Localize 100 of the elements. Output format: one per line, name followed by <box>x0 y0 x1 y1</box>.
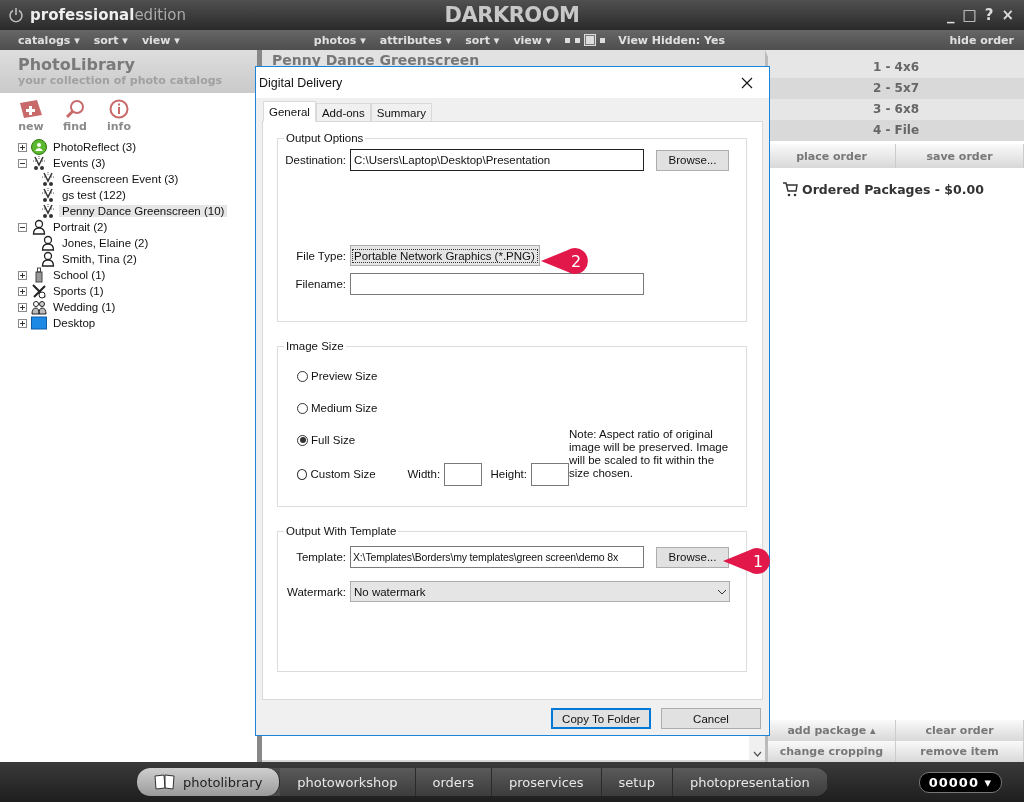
thumbnail-size-icon[interactable] <box>575 37 581 43</box>
app-edition: professionaledition <box>30 6 187 24</box>
order-button[interactable]: change cropping <box>768 741 896 762</box>
package-item[interactable]: 3 - 6x8 <box>768 99 1024 120</box>
watermark-dropdown[interactable]: No watermark <box>350 581 730 602</box>
tree-item[interactable]: Desktop <box>50 317 99 329</box>
scroll-down-icon[interactable] <box>752 751 762 757</box>
thumbnail-size-icon[interactable] <box>600 37 606 43</box>
dialog-button[interactable]: Copy To Folder <box>551 708 651 729</box>
expand-icon[interactable] <box>18 142 27 152</box>
package-item[interactable]: 2 - 5x7 <box>768 78 1024 99</box>
tree-item[interactable]: Events (3) <box>50 157 109 169</box>
power-icon[interactable] <box>8 7 24 23</box>
menu-item[interactable]: view ▾ <box>141 33 180 47</box>
menu-item[interactable]: catalogs ▾ <box>18 33 80 47</box>
dialog-tab[interactable]: Summary <box>370 103 432 121</box>
photoreflect-icon <box>31 139 47 155</box>
field-label: Filename: <box>294 278 347 290</box>
radio-label[interactable]: Custom Size <box>310 468 376 480</box>
window-control[interactable]: _ <box>945 6 957 24</box>
module-tab[interactable]: proservices <box>491 768 602 796</box>
counter-display[interactable]: 00000 ▾ <box>918 771 1002 793</box>
expand-icon[interactable] <box>18 270 27 280</box>
module-tab[interactable]: setup <box>601 768 673 796</box>
tree-item[interactable]: PhotoReflect (3) <box>50 141 140 153</box>
browse-button[interactable]: Browse... <box>656 149 729 171</box>
radio-button[interactable] <box>297 370 308 382</box>
order-button[interactable]: add package ▴ <box>768 720 896 741</box>
catalog-add-icon <box>19 99 43 119</box>
template-field[interactable]: X:\Templates\Borders\my templates\green screen\demo 8x <box>350 546 644 568</box>
module-tab[interactable]: photolibrary <box>137 768 281 796</box>
collapse-icon[interactable] <box>18 222 27 232</box>
radio-label[interactable]: Medium Size <box>311 402 378 414</box>
menu-item[interactable]: sort ▾ <box>93 33 128 47</box>
menu-item[interactable]: view ▾ <box>513 33 552 47</box>
order-button[interactable]: clear order <box>896 720 1024 741</box>
aspect-ratio-note: Note: Aspect ratio of original image will be preserved. Image will be scaled to fit within the size chosen. <box>569 428 730 480</box>
tree-item[interactable]: Penny Dance Greenscreen (10) <box>59 205 228 217</box>
app-logo: DARKROOM <box>444 3 580 27</box>
tree-item[interactable]: gs test (122) <box>59 189 129 201</box>
person-icon <box>40 251 56 267</box>
tree-item[interactable]: Portrait (2) <box>50 221 111 233</box>
person-icon <box>31 219 47 235</box>
hide-order-link[interactable]: hide order <box>949 33 1014 47</box>
radio-button[interactable] <box>297 402 308 414</box>
window-control[interactable]: ? <box>982 6 996 24</box>
filename-field[interactable] <box>350 273 644 295</box>
module-tab[interactable]: photopresentation <box>672 768 828 796</box>
browse-button[interactable]: Browse... <box>656 546 729 568</box>
height-field[interactable] <box>531 462 569 486</box>
tree-item[interactable]: Jones, Elaine (2) <box>59 237 152 249</box>
thumbnail-size-icon[interactable] <box>565 37 571 43</box>
close-icon[interactable] <box>741 76 753 89</box>
party-icon <box>31 155 47 171</box>
radio-label[interactable]: Preview Size <box>311 370 378 382</box>
tree-item[interactable]: Greenscreen Event (3) <box>59 173 182 185</box>
group-legend: Output Options <box>284 132 366 144</box>
dialog-tab[interactable]: General <box>263 101 316 122</box>
menu-item[interactable]: photos ▾ <box>313 33 366 47</box>
field-label: Destination: <box>284 154 347 166</box>
thumbnail-size-icon[interactable] <box>585 35 596 45</box>
party-icon <box>40 171 56 187</box>
expand-icon[interactable] <box>18 286 27 296</box>
expand-icon[interactable] <box>18 302 27 312</box>
cart-icon <box>782 182 798 197</box>
collapse-icon[interactable] <box>18 158 27 168</box>
window-control[interactable]: × <box>999 6 1016 24</box>
expand-icon[interactable] <box>18 318 27 328</box>
file-type-dropdown[interactable]: Portable Network Graphics (*.PNG) <box>350 245 540 266</box>
party-icon <box>40 203 56 219</box>
module-tab[interactable]: photoworkshop <box>280 768 416 796</box>
dialog-tab[interactable]: Add-ons <box>315 103 371 121</box>
radio-label[interactable]: Full Size <box>311 434 356 446</box>
field-label: Height: <box>490 468 527 480</box>
destination-field[interactable]: C:\Users\Laptop\Desktop\Presentation <box>350 149 644 171</box>
window-control[interactable]: □ <box>960 6 979 24</box>
tree-item[interactable]: School (1) <box>50 269 109 281</box>
chevron-down-icon <box>717 588 727 595</box>
ordered-packages-total: Ordered Packages - $0.00 <box>802 182 984 197</box>
radio-button[interactable] <box>297 434 308 446</box>
field-label: Width: <box>407 468 441 480</box>
tree-item[interactable]: Smith, Tina (2) <box>59 253 140 265</box>
menu-item[interactable]: attributes ▾ <box>379 33 452 47</box>
tree-item[interactable]: Sports (1) <box>50 285 107 297</box>
group-legend: Image Size <box>284 340 346 352</box>
radio-button[interactable] <box>297 468 308 480</box>
dialog-button[interactable]: Cancel <box>661 708 761 729</box>
package-item[interactable]: 1 - 4x6 <box>768 57 1024 78</box>
package-item[interactable]: 4 - File <box>768 120 1024 141</box>
tree-item[interactable]: Wedding (1) <box>50 301 119 313</box>
menu-item[interactable]: sort ▾ <box>465 33 500 47</box>
order-button[interactable]: remove item <box>896 741 1024 762</box>
order-button[interactable]: save order <box>896 144 1024 168</box>
library-title: PhotoLibrary <box>18 56 136 74</box>
order-button[interactable]: place order <box>768 144 896 168</box>
width-field[interactable] <box>444 462 483 486</box>
module-tab[interactable]: orders <box>415 768 492 796</box>
view-hidden-toggle[interactable]: View Hidden: Yes <box>618 33 726 47</box>
search-icon <box>65 99 85 119</box>
dialog-title: Digital Delivery <box>259 75 343 90</box>
